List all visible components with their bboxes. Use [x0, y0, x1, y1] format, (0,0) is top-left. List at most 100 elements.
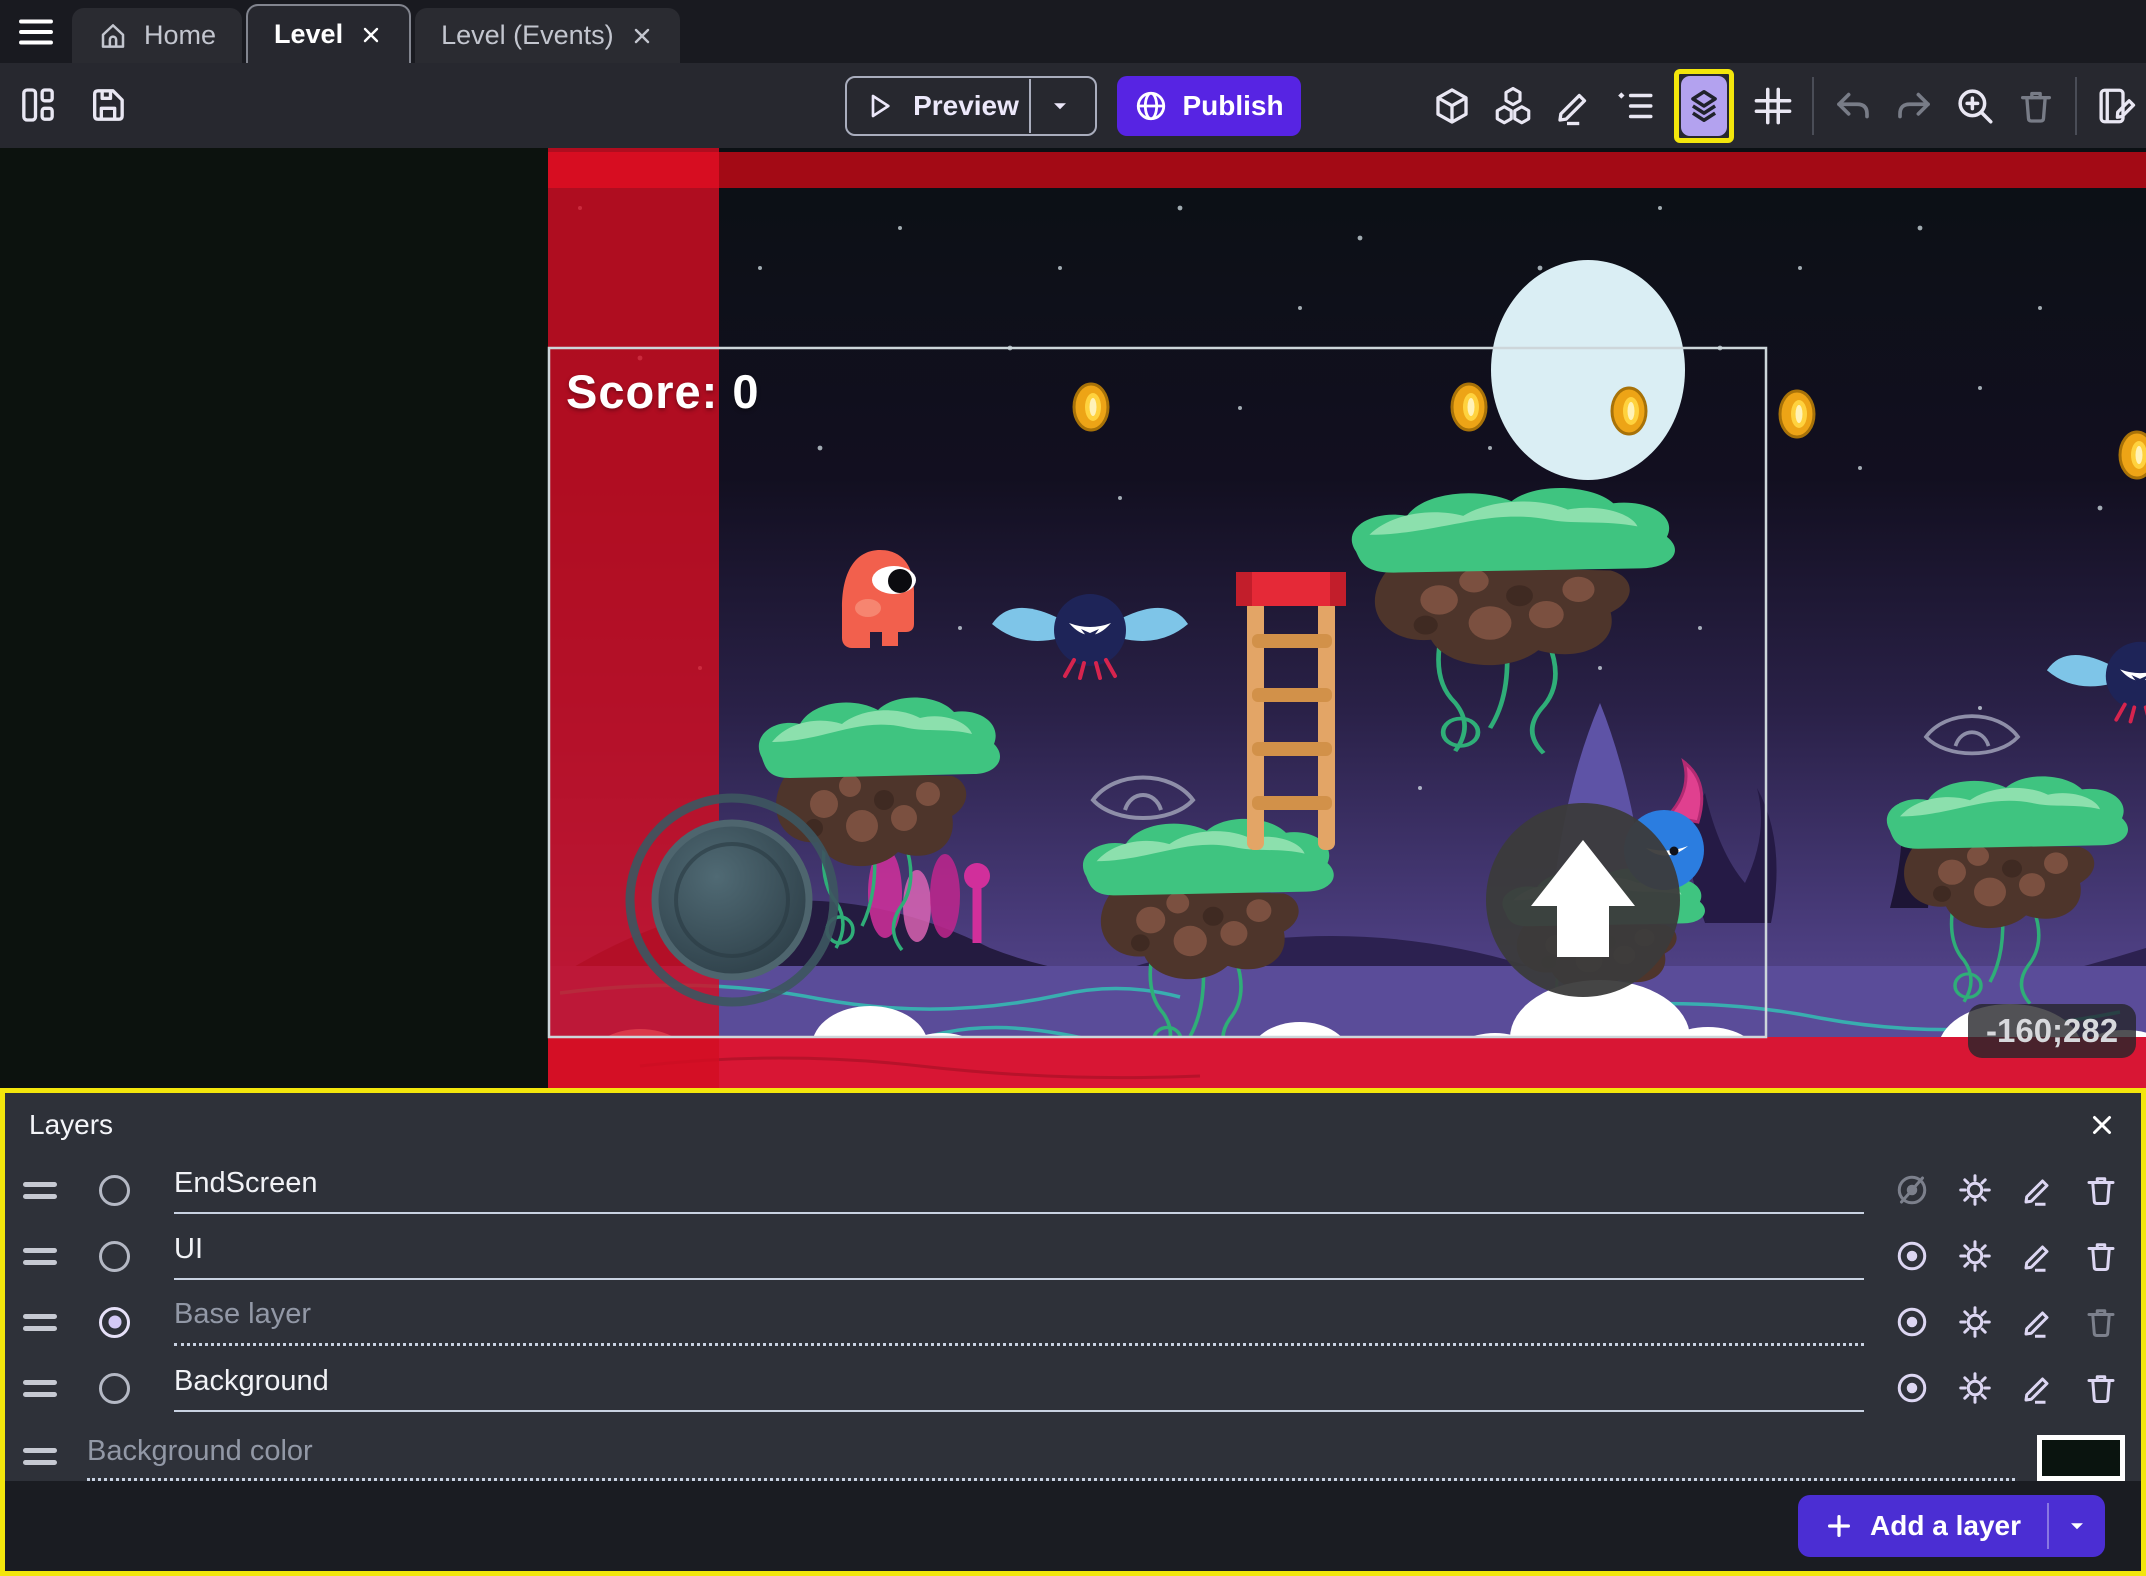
- 3d-box-button[interactable]: [1430, 78, 1474, 134]
- instances-list-button[interactable]: [1613, 78, 1657, 134]
- layers-button-highlight: [1674, 69, 1734, 143]
- layers-button[interactable]: [1681, 76, 1727, 136]
- rename-icon[interactable]: [2020, 1238, 2056, 1274]
- delete-layer-icon[interactable]: [2083, 1172, 2119, 1208]
- play-icon: [863, 90, 895, 122]
- score-text: Score: 0: [566, 364, 759, 419]
- preview-dropdown[interactable]: [1029, 79, 1089, 133]
- delete-layer-icon[interactable]: [2083, 1304, 2119, 1340]
- zoom-in-button[interactable]: [1953, 78, 1997, 134]
- layer-name-input[interactable]: [174, 1298, 1864, 1346]
- layers-panel-header: Layers: [5, 1093, 2141, 1157]
- objects-button[interactable]: [1491, 78, 1535, 134]
- layout-panels-icon: [18, 85, 58, 125]
- layer-select-radio[interactable]: [99, 1175, 130, 1206]
- drag-handle-icon[interactable]: [23, 1248, 57, 1265]
- joystick-control: [630, 798, 834, 1002]
- background-color-swatch[interactable]: [2037, 1435, 2125, 1481]
- tab-label: Home: [144, 20, 216, 51]
- tab-bar: Home Level Level (Events): [0, 0, 2146, 63]
- rename-icon[interactable]: [2020, 1370, 2056, 1406]
- visibility-off-icon[interactable]: [1894, 1172, 1930, 1208]
- lighting-icon[interactable]: [1957, 1370, 1993, 1406]
- add-layer-dropdown[interactable]: [2049, 1495, 2105, 1557]
- tab-level-events[interactable]: Level (Events): [415, 8, 680, 63]
- save-button[interactable]: [86, 77, 130, 133]
- drag-handle-icon[interactable]: [23, 1314, 57, 1331]
- publish-button[interactable]: Publish: [1117, 76, 1301, 136]
- background-color-value: [2042, 1440, 2120, 1476]
- close-tab-icon[interactable]: [630, 24, 654, 48]
- drag-handle-icon: [23, 1448, 57, 1465]
- cursor-coordinates: -160;282: [1968, 1004, 2136, 1058]
- preview-label: Preview: [913, 90, 1019, 122]
- background-color-label: Background color: [87, 1435, 2015, 1481]
- layer-name-input[interactable]: [174, 1167, 1864, 1214]
- undo-icon: [1832, 85, 1874, 127]
- lighting-icon[interactable]: [1957, 1238, 1993, 1274]
- layers-icon: [1685, 87, 1723, 125]
- redo-button[interactable]: [1892, 78, 1936, 134]
- rename-icon[interactable]: [2020, 1172, 2056, 1208]
- scene-canvas[interactable]: Score: 0 -160;282: [0, 148, 2146, 1088]
- instances-list-icon: [1614, 85, 1656, 127]
- delete-layer-icon[interactable]: [2083, 1238, 2119, 1274]
- grid-button[interactable]: [1751, 78, 1795, 134]
- app-window: Home Level Level (Events): [0, 0, 2146, 1576]
- layers-panel: Layers: [0, 1088, 2146, 1576]
- rename-icon[interactable]: [2020, 1304, 2056, 1340]
- close-panel-icon[interactable]: [2087, 1110, 2117, 1140]
- close-tab-icon[interactable]: [359, 23, 383, 47]
- redo-icon: [1893, 85, 1935, 127]
- layer-select-radio[interactable]: [99, 1307, 130, 1338]
- delete-button[interactable]: [2014, 78, 2058, 134]
- scene-properties-button[interactable]: [2094, 78, 2138, 134]
- visibility-icon[interactable]: [1894, 1238, 1930, 1274]
- layer-name-input[interactable]: [174, 1365, 1864, 1412]
- zoom-in-icon: [1954, 85, 1996, 127]
- edit-button[interactable]: [1552, 78, 1596, 134]
- 3d-box-icon: [1431, 85, 1473, 127]
- drag-handle-icon[interactable]: [23, 1182, 57, 1199]
- undo-button[interactable]: [1831, 78, 1875, 134]
- pencil-icon: [1553, 85, 1595, 127]
- background-color-row: Background color: [5, 1421, 2141, 1481]
- layers-panel-title: Layers: [29, 1109, 113, 1141]
- hamburger-icon: [18, 17, 54, 47]
- home-icon: [98, 21, 128, 51]
- layer-select-radio[interactable]: [99, 1373, 130, 1404]
- tab-label: Level: [274, 19, 343, 50]
- add-layer-label: Add a layer: [1870, 1510, 2021, 1542]
- visibility-icon[interactable]: [1894, 1304, 1930, 1340]
- layer-row-endscreen: [5, 1157, 2141, 1223]
- layout-panels-button[interactable]: [16, 77, 60, 133]
- lighting-icon[interactable]: [1957, 1172, 1993, 1208]
- drag-handle-icon[interactable]: [23, 1380, 57, 1397]
- tab-home[interactable]: Home: [72, 8, 242, 63]
- layer-row-background: [5, 1355, 2141, 1421]
- save-icon: [88, 85, 128, 125]
- delete-layer-icon[interactable]: [2083, 1370, 2119, 1406]
- layers-panel-footer: Add a layer: [5, 1481, 2141, 1571]
- objects-icon: [1492, 85, 1534, 127]
- layer-select-radio[interactable]: [99, 1241, 130, 1272]
- notebook-edit-icon: [2095, 85, 2137, 127]
- layer-row-ui: [5, 1223, 2141, 1289]
- toolbar-divider: [1812, 77, 1814, 135]
- plus-icon: [1824, 1511, 1854, 1541]
- lighting-icon[interactable]: [1957, 1304, 1993, 1340]
- tab-label: Level (Events): [441, 20, 614, 51]
- toolbar: Preview Publish: [0, 63, 2146, 148]
- publish-label: Publish: [1182, 90, 1283, 122]
- trash-icon: [2016, 86, 2056, 126]
- moon: [1491, 260, 1685, 480]
- layer-name-input[interactable]: [174, 1233, 1864, 1280]
- preview-button[interactable]: Preview: [845, 76, 1097, 136]
- visibility-icon[interactable]: [1894, 1370, 1930, 1406]
- globe-icon: [1134, 89, 1168, 123]
- add-layer-button[interactable]: Add a layer: [1798, 1495, 2105, 1557]
- layer-row-base: [5, 1289, 2141, 1355]
- tab-level[interactable]: Level: [246, 4, 411, 63]
- menu-button[interactable]: [0, 0, 72, 63]
- scene-artwork: [0, 148, 2146, 1088]
